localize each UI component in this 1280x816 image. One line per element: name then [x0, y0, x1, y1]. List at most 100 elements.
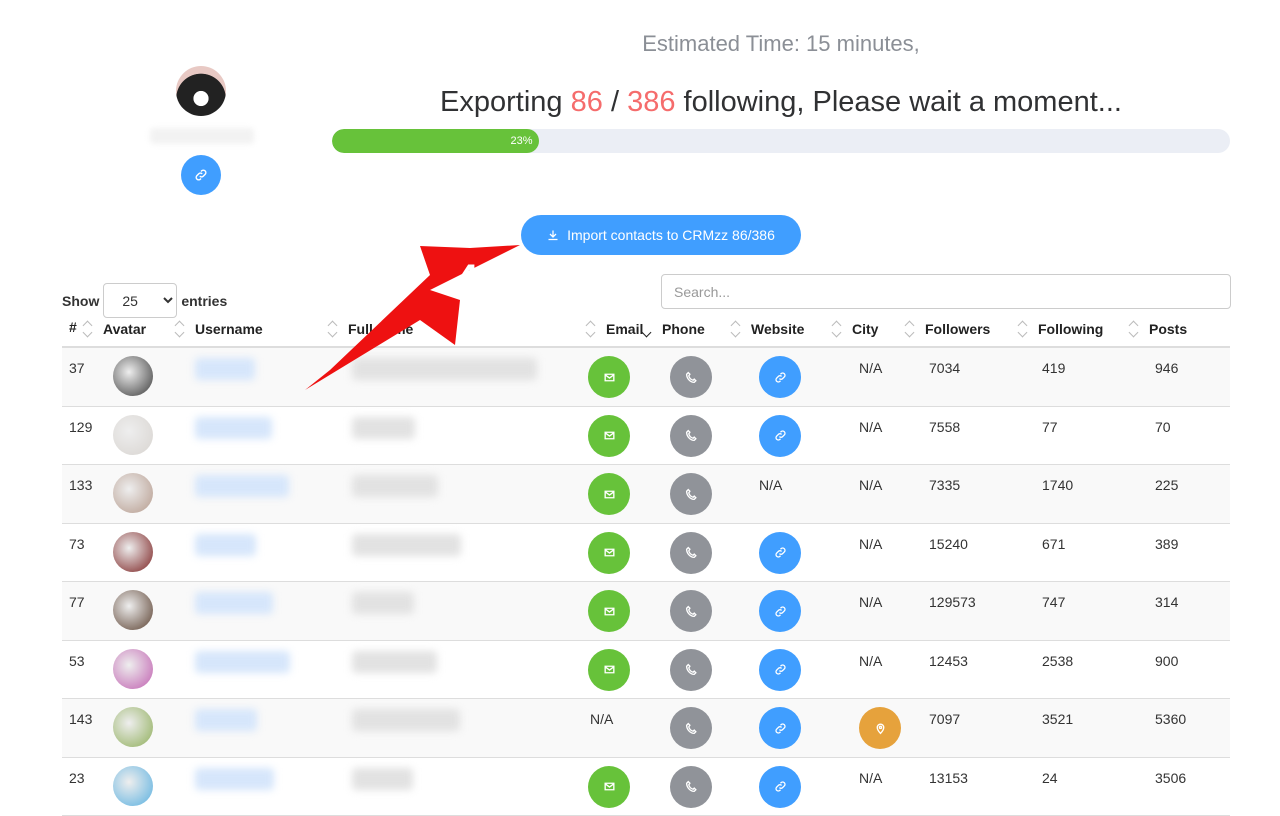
profile-avatar [176, 66, 226, 116]
sort-icon [1017, 319, 1029, 339]
username-link-blurred[interactable] [195, 651, 290, 673]
phone-button[interactable] [670, 532, 712, 574]
search-input[interactable] [661, 274, 1231, 309]
column-header-[interactable]: # [69, 319, 77, 335]
phone-icon [685, 429, 698, 442]
phone-icon [685, 488, 698, 501]
column-header-city[interactable]: City [831, 319, 878, 339]
email-button[interactable] [588, 473, 630, 515]
phone-icon [685, 546, 698, 559]
column-label: Followers [925, 321, 990, 337]
column-label: Following [1038, 321, 1103, 337]
link-icon [774, 663, 787, 676]
column-label: Full name [348, 321, 413, 337]
website-button[interactable] [759, 415, 801, 457]
website-button[interactable] [759, 649, 801, 691]
website-button[interactable] [759, 532, 801, 574]
estimated-time: Estimated Time: 15 minutes, [332, 31, 1230, 57]
phone-icon [685, 371, 698, 384]
column-header-avatar[interactable]: Avatar [82, 319, 146, 339]
city: N/A [859, 419, 882, 435]
column-header-full-name[interactable]: Full name [327, 319, 413, 339]
mail-icon [603, 371, 616, 384]
link-icon [774, 429, 787, 442]
fullname-blurred [352, 534, 461, 556]
username-link-blurred[interactable] [195, 534, 256, 556]
avatar [113, 590, 153, 630]
username-link-blurred[interactable] [195, 592, 273, 614]
column-header-username[interactable]: Username [174, 319, 263, 339]
column-header-posts[interactable]: Posts [1128, 319, 1187, 339]
city-button[interactable] [859, 707, 901, 749]
email-button[interactable] [588, 766, 630, 808]
website-na: N/A [759, 477, 782, 493]
following: 419 [1042, 360, 1065, 376]
phone-button[interactable] [670, 590, 712, 632]
phone-button[interactable] [670, 766, 712, 808]
phone-button[interactable] [670, 415, 712, 457]
column-header-email[interactable]: Email [585, 319, 643, 339]
website-button[interactable] [759, 590, 801, 632]
posts: 389 [1155, 536, 1178, 552]
username-link-blurred[interactable] [195, 358, 255, 380]
followers: 7097 [929, 711, 960, 727]
profile-link-button[interactable] [181, 155, 221, 195]
avatar [113, 649, 153, 689]
email-button[interactable] [588, 649, 630, 691]
followers: 15240 [929, 536, 968, 552]
row-number: 37 [69, 360, 85, 376]
export-current: 86 [571, 86, 603, 118]
column-header-phone[interactable]: Phone [641, 319, 705, 339]
sort-icon [730, 319, 742, 339]
table-row: 23N/A13153243506 [62, 758, 1230, 816]
username-link-blurred[interactable] [195, 475, 289, 497]
mail-icon [603, 663, 616, 676]
column-label: City [852, 321, 878, 337]
column-header-following[interactable]: Following [1017, 319, 1103, 339]
row-number: 73 [69, 536, 85, 552]
link-icon [774, 780, 787, 793]
email-button[interactable] [588, 415, 630, 457]
column-header-website[interactable]: Website [730, 319, 804, 339]
sort-icon [641, 319, 653, 339]
table-row: 129N/A75587770 [62, 407, 1230, 466]
avatar [113, 415, 153, 455]
website-button[interactable] [759, 766, 801, 808]
email-button[interactable] [588, 356, 630, 398]
table-row: 37N/A7034419946 [62, 348, 1230, 407]
column-label: Phone [662, 321, 705, 337]
email-na: N/A [590, 711, 613, 727]
row-number: 143 [69, 711, 92, 727]
followers: 13153 [929, 770, 968, 786]
show-label: Show [62, 293, 99, 309]
posts: 225 [1155, 477, 1178, 493]
phone-button[interactable] [670, 649, 712, 691]
phone-button[interactable] [670, 707, 712, 749]
export-total: 386 [627, 86, 675, 118]
posts: 5360 [1155, 711, 1186, 727]
column-header-followers[interactable]: Followers [904, 319, 990, 339]
profile-name-blurred [150, 128, 254, 144]
column-label: Posts [1149, 321, 1187, 337]
link-icon [774, 546, 787, 559]
email-button[interactable] [588, 590, 630, 632]
username-link-blurred[interactable] [195, 709, 257, 731]
website-button[interactable] [759, 356, 801, 398]
sort-icon [1128, 319, 1140, 339]
import-contacts-button[interactable]: Import contacts to CRMzz 86/386 [521, 215, 801, 255]
export-status: Exporting 86 / 386 following, Please wai… [332, 86, 1230, 119]
row-number: 23 [69, 770, 85, 786]
website-button[interactable] [759, 707, 801, 749]
city: N/A [859, 594, 882, 610]
export-sep: / [611, 86, 619, 118]
pin-icon [874, 722, 887, 735]
mail-icon [603, 780, 616, 793]
following: 747 [1042, 594, 1065, 610]
posts: 900 [1155, 653, 1178, 669]
username-link-blurred[interactable] [195, 417, 272, 439]
phone-button[interactable] [670, 473, 712, 515]
username-link-blurred[interactable] [195, 768, 274, 790]
email-button[interactable] [588, 532, 630, 574]
avatar [113, 707, 153, 747]
phone-button[interactable] [670, 356, 712, 398]
